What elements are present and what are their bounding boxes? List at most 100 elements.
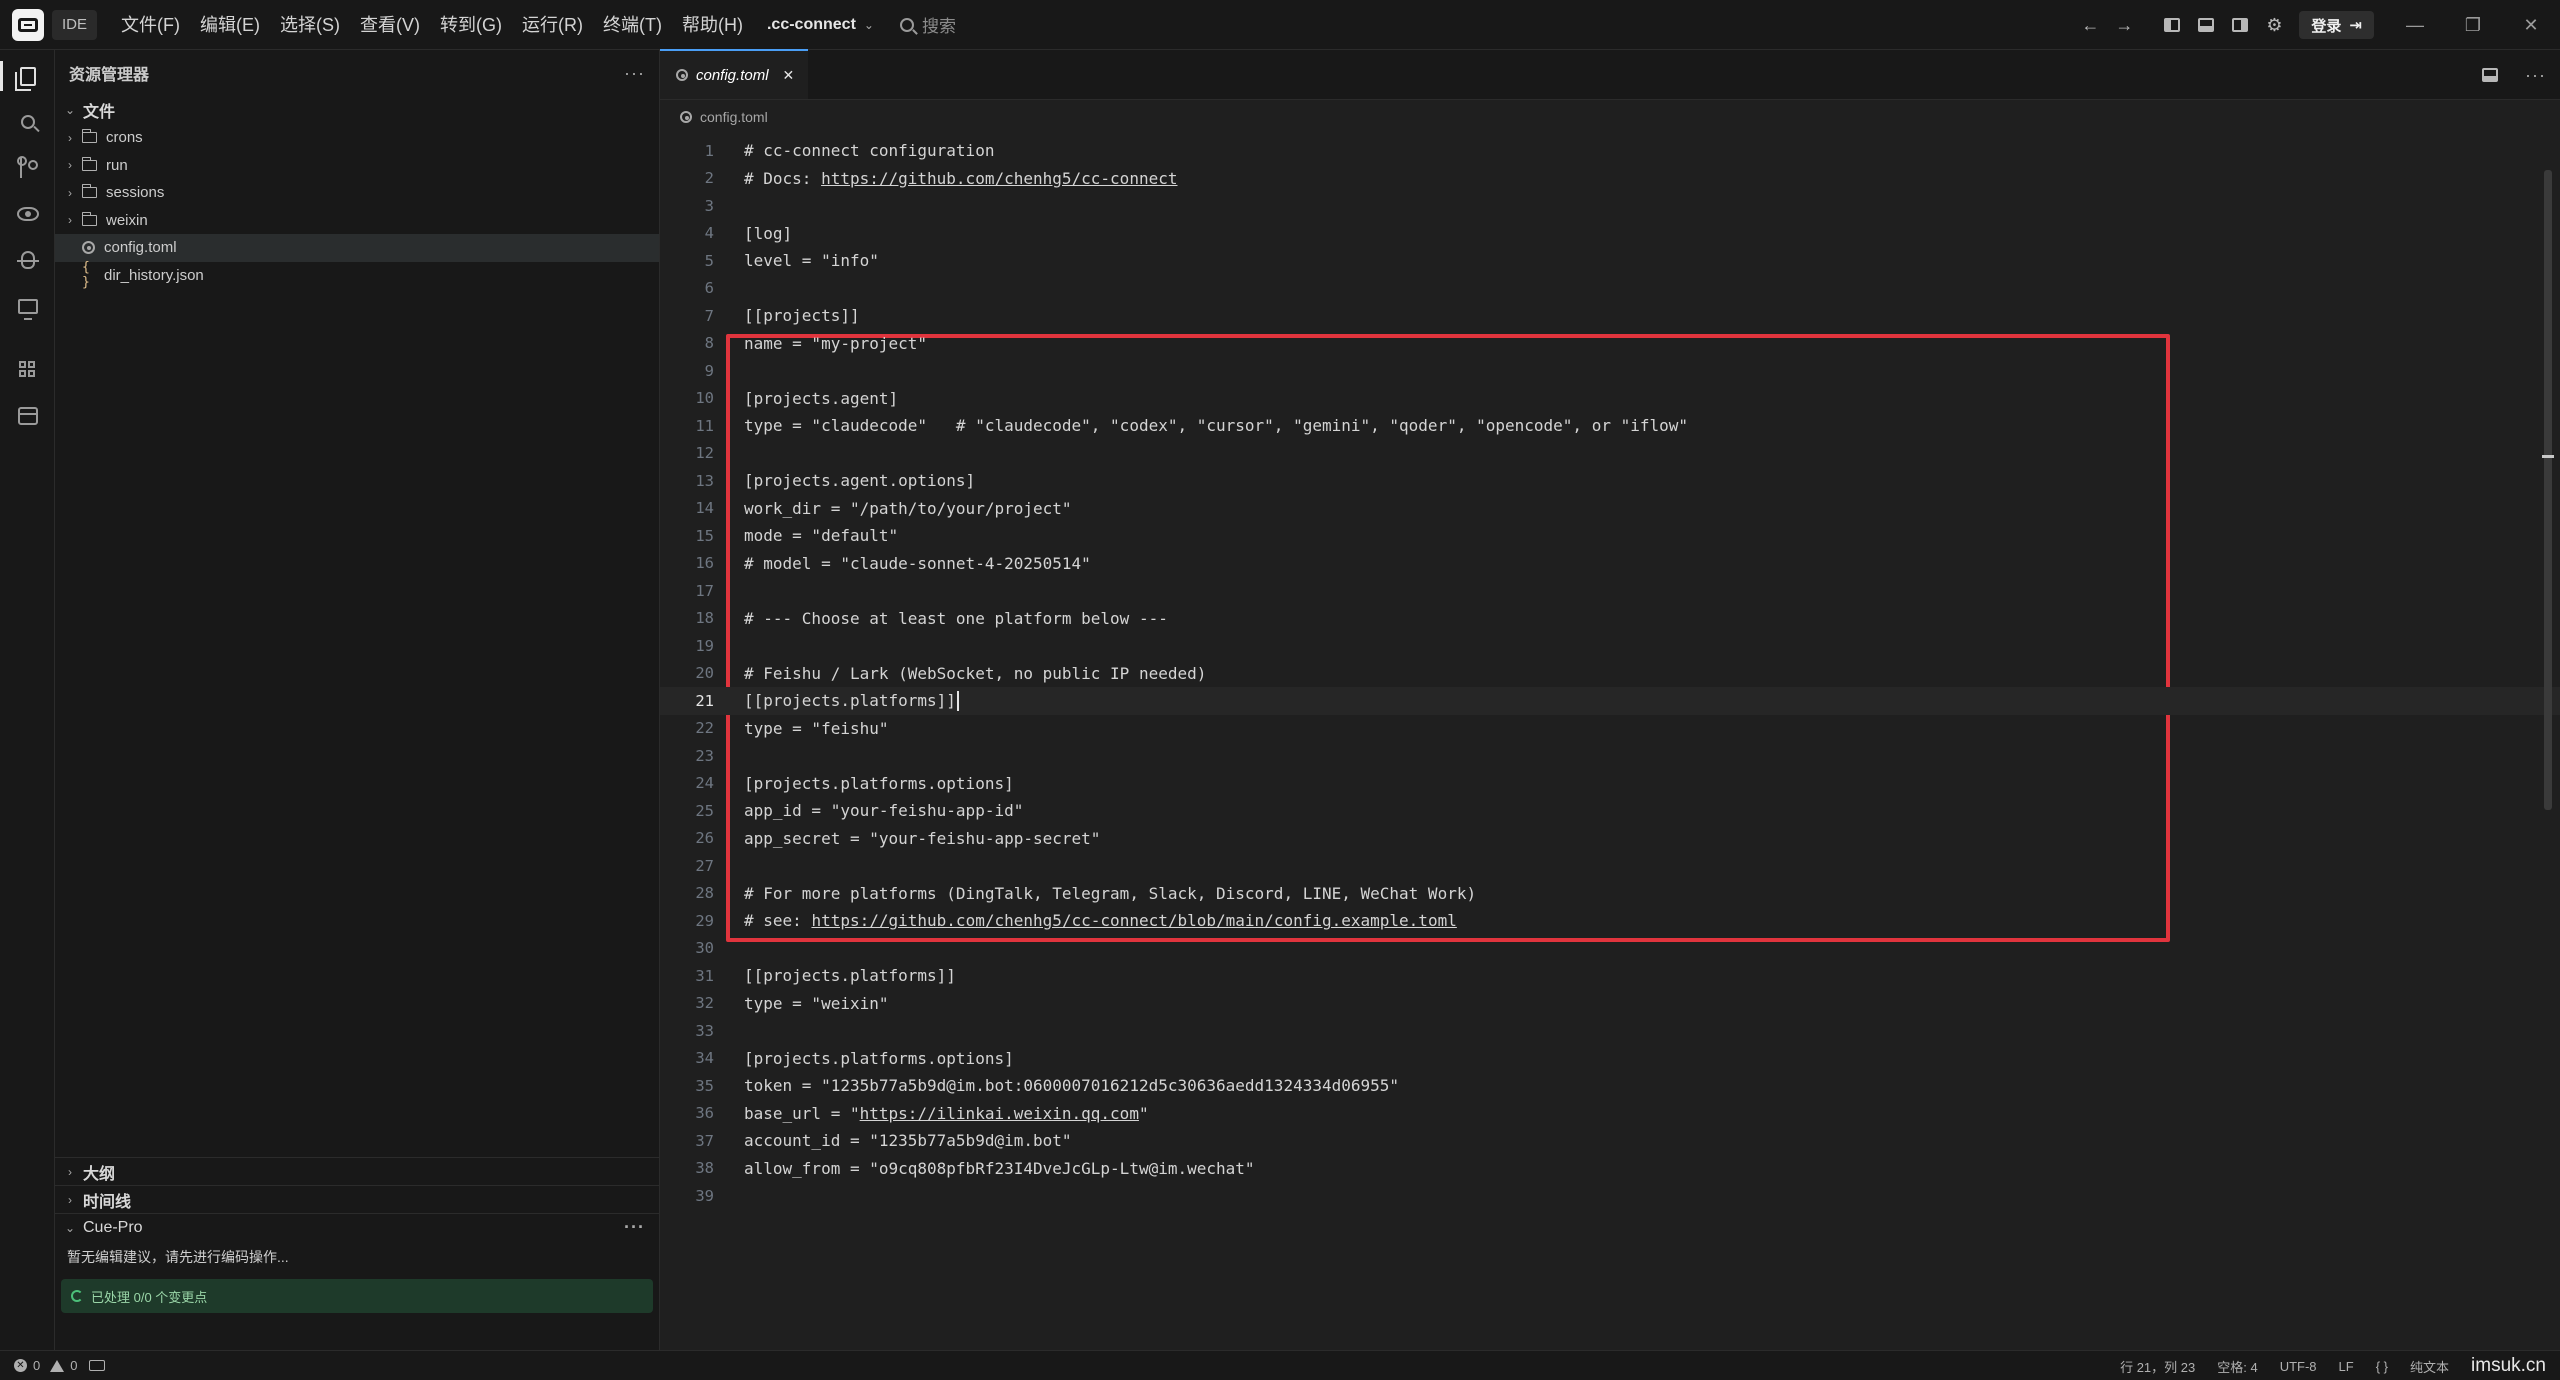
ide-badge[interactable]: IDE — [52, 9, 98, 40]
menu-terminal[interactable]: 终端(T) — [593, 0, 672, 50]
cursor-position[interactable]: 行 21，列 23 — [2120, 1357, 2195, 1376]
explorer-activity[interactable] — [0, 53, 55, 99]
panel-activity[interactable] — [0, 393, 55, 439]
forward-arrow-icon[interactable]: → — [2107, 8, 2141, 42]
back-arrow-icon[interactable]: ← — [2073, 8, 2107, 42]
code-line[interactable]: 30 — [660, 935, 2560, 963]
problems-indicator[interactable]: ✕ 0 0 — [0, 1358, 106, 1373]
line-number: 16 — [695, 554, 714, 573]
source-control-activity[interactable] — [0, 145, 55, 191]
minimize-icon[interactable]: — — [2386, 0, 2444, 50]
project-picker[interactable]: .cc-connect ⌄ — [767, 16, 874, 34]
code-line[interactable]: 35 token = "1235b77a5b9d@im.bot:060000701… — [660, 1072, 2560, 1100]
code-line[interactable]: 1 # cc-connect configuration — [660, 137, 2560, 165]
menu-edit[interactable]: 编辑(E) — [190, 0, 270, 50]
timeline-section-header[interactable]: › 时间线 — [55, 1185, 659, 1213]
code-line[interactable]: 4 [log] — [660, 220, 2560, 248]
menu-view[interactable]: 查看(V) — [350, 0, 430, 50]
close-window-icon[interactable]: ✕ — [2502, 0, 2560, 50]
restore-icon[interactable]: ❐ — [2444, 0, 2502, 50]
vertical-scrollbar[interactable] — [2542, 150, 2554, 1250]
code-line[interactable]: 24 [projects.platforms.options] — [660, 770, 2560, 798]
code-line[interactable]: 19 — [660, 632, 2560, 660]
code-line[interactable]: 26 app_secret = "your-feishu-app-secret" — [660, 825, 2560, 853]
code-line[interactable]: 36 base_url = "https://ilinkai.weixin.qq.… — [660, 1100, 2560, 1128]
code-line[interactable]: 5 level = "info" — [660, 247, 2560, 275]
code-line[interactable]: 13 [projects.agent.options] — [660, 467, 2560, 495]
toggle-primary-sidebar-icon[interactable] — [2155, 8, 2189, 42]
code-line[interactable]: 29 # see: https://github.com/chenhg5/cc-c… — [660, 907, 2560, 935]
menu-go[interactable]: 转到(G) — [430, 0, 512, 50]
more-actions-icon[interactable]: ··· — [624, 63, 645, 84]
login-button[interactable]: 登录 ⇥ — [2299, 11, 2374, 39]
toggle-panel-icon[interactable] — [2189, 8, 2223, 42]
braces-icon[interactable]: { } — [2376, 1359, 2388, 1374]
breadcrumb-file[interactable]: config.toml — [700, 109, 768, 125]
code-line[interactable]: 23 — [660, 742, 2560, 770]
code-link[interactable]: https://github.com/chenhg5/cc-connect — [821, 169, 1177, 188]
preview-activity[interactable] — [0, 191, 55, 237]
code-line[interactable]: 25 app_id = "your-feishu-app-id" — [660, 797, 2560, 825]
code-line[interactable]: 3 — [660, 192, 2560, 220]
code-line[interactable]: 20 # Feishu / Lark (WebSocket, no public … — [660, 660, 2560, 688]
code-line[interactable]: 34 [projects.platforms.options] — [660, 1045, 2560, 1073]
encoding[interactable]: UTF-8 — [2280, 1359, 2317, 1374]
tree-folder-weixin[interactable]: › weixin — [55, 207, 659, 235]
menu-run[interactable]: 运行(R) — [512, 0, 593, 50]
code-editor[interactable]: 1 # cc-connect configuration 2 # Docs: http… — [660, 134, 2560, 1210]
code-line[interactable]: 15 mode = "default" — [660, 522, 2560, 550]
split-editor-icon[interactable] — [2473, 58, 2507, 92]
code-line[interactable]: 33 — [660, 1017, 2560, 1045]
tree-folder-sessions[interactable]: › sessions — [55, 179, 659, 207]
tree-file-dir-history-json[interactable]: { } dir_history.json — [55, 260, 659, 290]
tree-file-config-toml[interactable]: config.toml — [55, 234, 659, 262]
menu-file[interactable]: 文件(F) — [111, 0, 190, 50]
code-line[interactable]: 17 — [660, 577, 2560, 605]
code-line[interactable]: 37 account_id = "1235b77a5b9d@im.bot" — [660, 1127, 2560, 1155]
code-line[interactable]: 18 # --- Choose at least one platform bel… — [660, 605, 2560, 633]
code-link[interactable]: https://github.com/chenhg5/cc-connect/bl… — [811, 911, 1456, 930]
settings-gear-icon[interactable]: ⚙ — [2257, 8, 2291, 42]
code-line[interactable]: 6 — [660, 275, 2560, 303]
code-line[interactable]: 8 name = "my-project" — [660, 330, 2560, 358]
end-of-line[interactable]: LF — [2339, 1359, 2354, 1374]
code-line[interactable]: 22 type = "feishu" — [660, 715, 2560, 743]
code-line[interactable]: 2 # Docs: https://github.com/chenhg5/cc-c… — [660, 165, 2560, 193]
scrollbar-thumb[interactable] — [2544, 170, 2552, 810]
cue-pro-section-header[interactable]: ⌄ Cue-Pro ··· — [55, 1213, 659, 1241]
indentation[interactable]: 空格: 4 — [2217, 1357, 2257, 1376]
outline-section-header[interactable]: › 大纲 — [55, 1157, 659, 1185]
code-line[interactable]: 14 work_dir = "/path/to/your/project" — [660, 495, 2560, 523]
editor-more-actions-icon[interactable]: ··· — [2525, 65, 2546, 86]
remote-activity[interactable] — [0, 283, 55, 329]
tab-config-toml[interactable]: config.toml ✕ — [660, 49, 809, 99]
toggle-secondary-sidebar-icon[interactable] — [2223, 8, 2257, 42]
tree-folder-crons[interactable]: › crons — [55, 124, 659, 152]
code-line[interactable]: 11 type = "claudecode" # "claudecode", "c… — [660, 412, 2560, 440]
code-line[interactable]: 38 allow_from = "o9cq808pfbRf23I4DveJcGLp… — [660, 1155, 2560, 1183]
code-line[interactable]: 9 — [660, 357, 2560, 385]
files-section-header[interactable]: ⌄ 文件 — [55, 96, 659, 124]
code-line[interactable]: 16 # model = "claude-sonnet-4-20250514" — [660, 550, 2560, 578]
chevron-down-icon: ⌄ — [64, 1220, 76, 1235]
code-line[interactable]: 12 — [660, 440, 2560, 468]
debug-activity[interactable] — [0, 237, 55, 283]
close-tab-icon[interactable]: ✕ — [783, 67, 795, 84]
code-line[interactable]: 7 [[projects]] — [660, 302, 2560, 330]
tree-folder-run[interactable]: › run — [55, 152, 659, 180]
code-line[interactable]: 28 # For more platforms (DingTalk, Telegr… — [660, 880, 2560, 908]
code-line[interactable]: 10 [projects.agent] — [660, 385, 2560, 413]
code-line[interactable]: 32 type = "weixin" — [660, 990, 2560, 1018]
menu-selection[interactable]: 选择(S) — [270, 0, 350, 50]
code-line[interactable]: 39 — [660, 1182, 2560, 1210]
code-line[interactable]: 27 — [660, 852, 2560, 880]
extensions-activity[interactable] — [0, 347, 55, 393]
command-search[interactable]: 搜索 — [899, 12, 956, 37]
search-activity[interactable] — [0, 99, 55, 145]
code-line[interactable]: 31 [[projects.platforms]] — [660, 962, 2560, 990]
code-line[interactable]: 21 [[projects.platforms]] — [660, 687, 2560, 715]
code-link[interactable]: https://ilinkai.weixin.qq.com — [860, 1104, 1139, 1123]
cue-more-actions-icon[interactable]: ··· — [624, 1217, 645, 1238]
menu-help[interactable]: 帮助(H) — [672, 0, 753, 50]
language-mode[interactable]: 纯文本 — [2410, 1357, 2449, 1376]
